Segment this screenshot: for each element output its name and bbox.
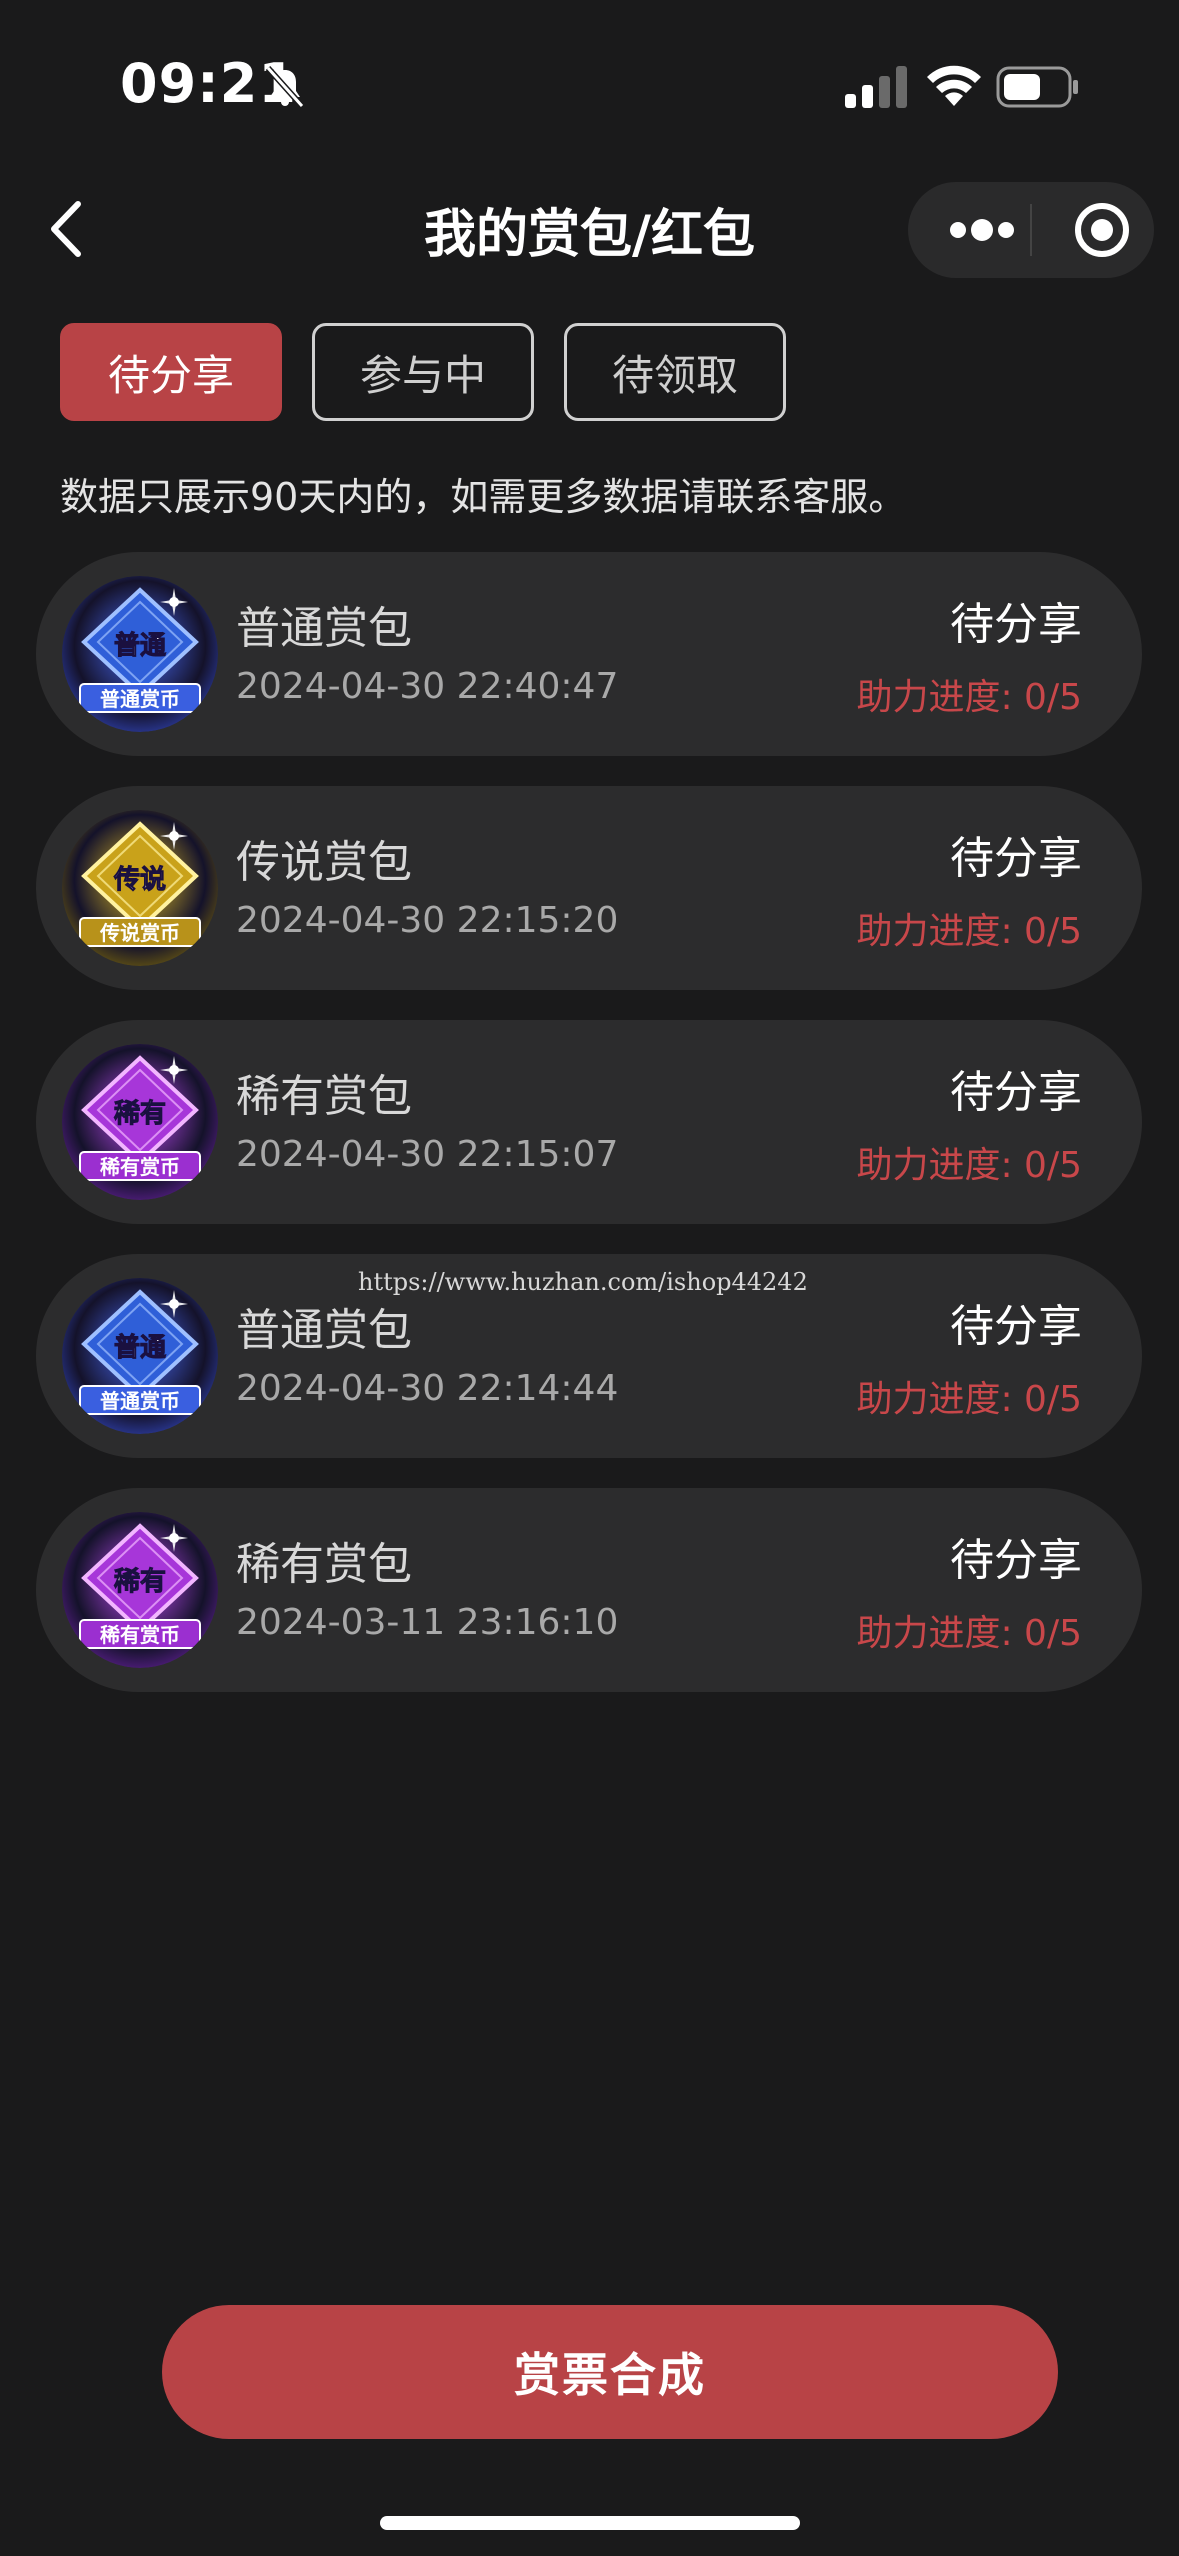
badge-label: 稀有 xyxy=(114,1099,166,1129)
pack-progress: 助力进度: 0/5 xyxy=(856,911,1082,952)
badge-coin-label: 稀有赏币 xyxy=(100,1623,180,1647)
pack-status: 待分享 xyxy=(950,1301,1082,1352)
pack-name: 传说赏包 xyxy=(236,837,412,888)
badge-label: 稀有 xyxy=(114,1567,166,1597)
pack-status: 待分享 xyxy=(950,1535,1082,1586)
pack-date: 2024-04-30 22:40:47 xyxy=(236,666,619,707)
badge-label: 普通 xyxy=(114,1332,166,1363)
tab-pending-claim[interactable]: 待领取 xyxy=(564,323,786,421)
capsule-divider xyxy=(1030,204,1032,256)
signal-icon xyxy=(845,66,907,108)
status-bar: 09:21 xyxy=(0,0,1179,150)
badge-coin-label: 普通赏币 xyxy=(100,687,180,711)
wifi-icon xyxy=(927,65,981,106)
data-notice: 数据只展示90天内的，如需更多数据请联系客服。 xyxy=(60,475,907,519)
pack-date: 2024-04-30 22:14:44 xyxy=(236,1368,619,1409)
bell-slash-icon xyxy=(265,65,305,109)
pack-date: 2024-03-11 23:16:10 xyxy=(236,1602,619,1643)
badge-label: 普通 xyxy=(114,630,166,661)
pack-badge-icon: 传说 传说赏币 xyxy=(62,810,218,966)
pack-status: 待分享 xyxy=(950,1067,1082,1118)
mini-program-capsule xyxy=(908,182,1154,278)
pack-status: 待分享 xyxy=(950,833,1082,884)
list-item[interactable]: 稀有稀有赏币 稀有赏包 2024-03-11 23:16:10 待分享 助力进度… xyxy=(36,1488,1142,1692)
ticket-synthesis-button[interactable]: 赏票合成 xyxy=(162,2305,1058,2439)
pack-badge-icon: 稀有 稀有赏币 xyxy=(62,1044,218,1200)
watermark: https://www.huzhan.com/ishop44242 xyxy=(358,1268,808,1296)
pack-badge-icon: 普通 普通赏币 xyxy=(62,576,218,732)
tab-participating[interactable]: 参与中 xyxy=(312,323,534,421)
pack-progress: 助力进度: 0/5 xyxy=(856,677,1082,718)
list-item[interactable]: 稀有稀有赏币 稀有赏包 2024-04-30 22:15:07 待分享 助力进度… xyxy=(36,1020,1142,1224)
badge-coin-label: 传说赏币 xyxy=(99,921,180,945)
target-icon[interactable] xyxy=(1054,182,1150,278)
more-dots-icon[interactable] xyxy=(934,182,1030,278)
pack-name: 普通赏包 xyxy=(236,603,412,654)
list-item[interactable]: 传说传说赏币 传说赏包 2024-04-30 22:15:20 待分享 助力进度… xyxy=(36,786,1142,990)
tab-pending-share[interactable]: 待分享 xyxy=(60,323,282,421)
pack-progress: 助力进度: 0/5 xyxy=(856,1613,1082,1654)
pack-name: 稀有赏包 xyxy=(236,1539,412,1590)
list-item[interactable]: 普通普通赏币 普通赏包 2024-04-30 22:40:47 待分享 助力进度… xyxy=(36,552,1142,756)
nav-bar: 我的赏包/红包 xyxy=(0,170,1179,290)
pack-progress: 助力进度: 0/5 xyxy=(856,1145,1082,1186)
pack-badge-icon: 稀有 稀有赏币 xyxy=(62,1512,218,1668)
pack-progress: 助力进度: 0/5 xyxy=(856,1379,1082,1420)
pack-status: 待分享 xyxy=(950,599,1082,650)
home-indicator xyxy=(380,2516,800,2530)
pack-date: 2024-04-30 22:15:07 xyxy=(236,1134,619,1175)
badge-coin-label: 稀有赏币 xyxy=(100,1155,180,1179)
battery-icon xyxy=(996,66,1078,108)
badge-coin-label: 普通赏币 xyxy=(100,1389,180,1413)
pack-name: 稀有赏包 xyxy=(236,1071,412,1122)
pack-date: 2024-04-30 22:15:20 xyxy=(236,900,619,941)
pack-name: 普通赏包 xyxy=(236,1305,412,1356)
badge-label: 传说 xyxy=(113,865,166,895)
pack-badge-icon: 普通 普通赏币 xyxy=(62,1278,218,1434)
